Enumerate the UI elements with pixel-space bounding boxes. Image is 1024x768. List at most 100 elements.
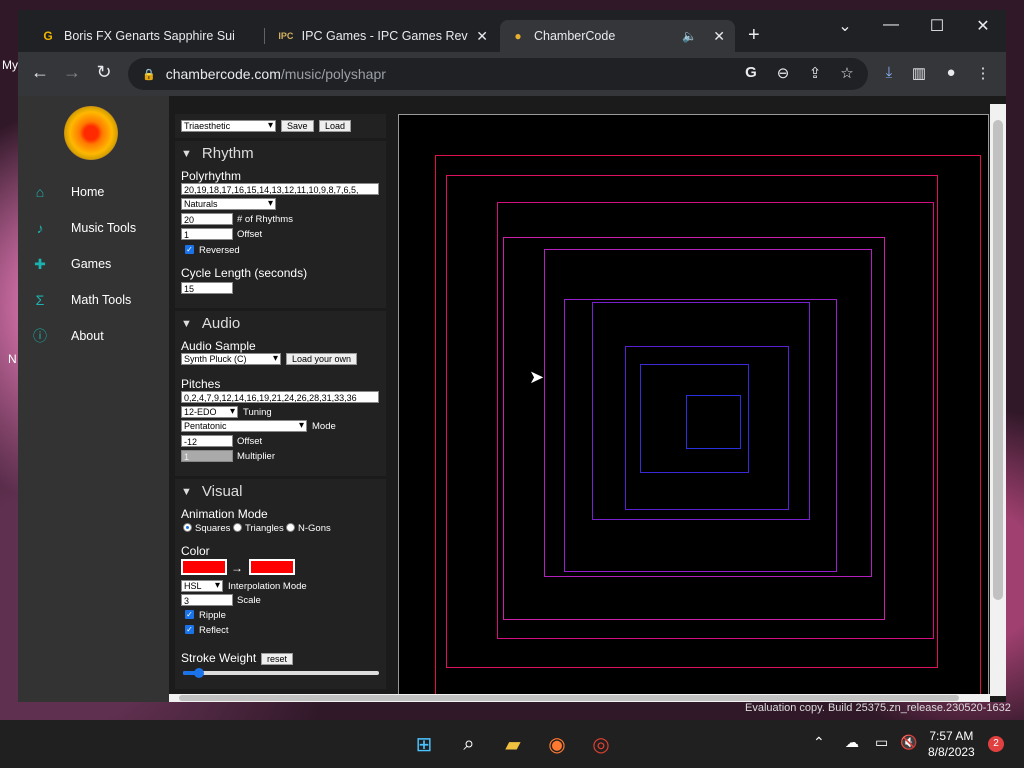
load-button[interactable]: Load — [319, 120, 352, 132]
site-logo[interactable] — [64, 106, 118, 160]
sidebar-item-about[interactable]: ⓘ About — [30, 325, 104, 347]
stroke-weight-label: Stroke Weight — [181, 651, 257, 665]
pitches-input[interactable]: 0,2,4,7,9,12,14,16,19,21,24,26,28,31,33,… — [181, 391, 379, 403]
scroll-thumb[interactable] — [179, 695, 959, 701]
scale-label: Scale — [237, 595, 261, 606]
tab-ipc-games[interactable]: IPC IPC Games - IPC Games Reviews ✕ — [268, 20, 498, 52]
horizontal-scrollbar[interactable] — [169, 694, 990, 702]
rhythm-offset-input[interactable]: 1 — [181, 228, 233, 240]
network-icon[interactable]: ▭ — [875, 734, 888, 751]
mouse-cursor-icon: ➤ — [529, 367, 545, 387]
stroke-weight-slider[interactable] — [183, 671, 379, 675]
close-icon[interactable]: ✕ — [713, 28, 725, 45]
ngons-radio[interactable] — [286, 523, 295, 532]
squares-label: Squares — [195, 523, 231, 534]
reversed-checkbox[interactable]: ✓ — [185, 245, 194, 254]
multiplier-input[interactable]: 1 — [181, 450, 233, 462]
scale-input[interactable]: 3 — [181, 594, 233, 606]
rhythm-header[interactable]: ▼ Rhythm — [175, 141, 386, 166]
pitch-offset-label: Offset — [237, 436, 263, 447]
bookmark-star-icon[interactable]: ☆ — [836, 64, 858, 82]
clock-date: 8/8/2023 — [928, 745, 975, 759]
visual-panel: ▼ Visual Animation Mode Squares Triangles… — [175, 479, 386, 689]
color-to-swatch[interactable] — [249, 559, 295, 575]
clock-time: 7:57 AM — [929, 729, 974, 743]
tab-favicon: ● — [514, 29, 522, 43]
tab-boris-fx[interactable]: G Boris FX Genarts Sapphire Suite / — [30, 20, 260, 52]
audio-header[interactable]: ▼ Audio — [175, 311, 386, 336]
audio-sample-select[interactable]: Synth Pluck (C) — [181, 353, 281, 365]
sidebar-item-games[interactable]: ✚ Games — [30, 253, 111, 275]
chrome-icon[interactable]: ◎ — [587, 730, 615, 758]
reset-button[interactable]: reset — [261, 653, 294, 665]
tab-chambercode[interactable]: ● ChamberCode 🔈 ✕ — [500, 20, 735, 52]
sidebar-item-home[interactable]: ⌂ Home — [30, 181, 105, 203]
info-icon: ⓘ — [33, 328, 47, 344]
save-button[interactable]: Save — [281, 120, 314, 132]
zoom-icon[interactable]: ⊖ — [772, 64, 794, 82]
clock[interactable]: 7:57 AM 8/8/2023 — [928, 728, 975, 760]
close-icon[interactable]: ✕ — [476, 28, 488, 45]
side-panel-icon[interactable]: ▥ — [908, 64, 930, 82]
cycle-length-input[interactable]: 15 — [181, 282, 233, 294]
notification-badge[interactable]: 2 — [988, 736, 1004, 752]
num-rhythms-label: # of Rhythms — [237, 214, 293, 225]
ripple-checkbox[interactable]: ✓ — [185, 610, 194, 619]
gamepad-icon: ✚ — [34, 255, 46, 272]
volume-icon[interactable]: 🔇 — [900, 734, 917, 751]
reflect-checkbox[interactable]: ✓ — [185, 625, 194, 634]
menu-icon[interactable]: ⋮ — [972, 64, 994, 82]
sidebar-item-music-tools[interactable]: ♪ Music Tools — [30, 217, 137, 239]
desktop-text-side: N — [8, 352, 17, 366]
polyrhythm-input[interactable]: 20,19,18,17,16,15,14,13,12,11,10,9,8,7,6… — [181, 183, 379, 195]
mode-select[interactable]: Pentatonic — [181, 420, 307, 432]
color-from-swatch[interactable] — [181, 559, 227, 575]
reload-button[interactable]: ↻ — [92, 62, 116, 83]
search-icon[interactable]: ⌕ — [455, 730, 483, 758]
close-window-button[interactable]: ✕ — [960, 16, 1006, 36]
interpolation-label: Interpolation Mode — [228, 581, 307, 592]
stroke-weight-thumb[interactable] — [193, 668, 204, 678]
num-rhythms-input[interactable]: 20 — [181, 213, 233, 225]
section-title: Rhythm — [201, 145, 254, 162]
vertical-scrollbar[interactable] — [990, 104, 1006, 696]
minimize-button[interactable]: — — [868, 16, 914, 34]
firefox-icon[interactable]: ◉ — [543, 730, 571, 758]
scroll-thumb[interactable] — [993, 120, 1003, 600]
pitches-label: Pitches — [181, 377, 221, 391]
sidebar-item-label: About — [71, 329, 104, 343]
google-icon[interactable]: G — [740, 64, 762, 81]
preset-select[interactable]: Triaesthetic — [181, 120, 276, 132]
audio-panel: ▼ Audio Audio Sample Synth Pluck (C) Load… — [175, 311, 386, 476]
squares-radio[interactable] — [183, 523, 192, 532]
share-icon[interactable]: ⇪ — [804, 64, 826, 82]
download-icon[interactable]: ⤓ — [878, 64, 900, 81]
arrow-icon: → — [231, 561, 243, 575]
tab-title: Boris FX Genarts Sapphire Suite / — [64, 29, 234, 43]
profile-icon[interactable]: ● — [940, 64, 962, 81]
section-title: Audio — [201, 315, 241, 332]
new-tab-button[interactable]: + — [748, 24, 760, 47]
forward-button[interactable]: → — [60, 62, 84, 83]
sidebar-item-math-tools[interactable]: Σ Math Tools — [30, 289, 132, 311]
color-label: Color — [181, 544, 210, 558]
maximize-button[interactable]: ☐ — [914, 16, 960, 36]
windows-start-icon[interactable]: ⊞ — [410, 730, 438, 758]
multiplier-label: Multiplier — [237, 451, 276, 462]
tray-chevron-icon[interactable]: ⌃ — [813, 734, 825, 751]
visual-header[interactable]: ▼ Visual — [175, 479, 386, 504]
speaker-icon[interactable]: 🔈 — [682, 29, 697, 43]
file-explorer-icon[interactable]: ▰ — [499, 730, 527, 758]
section-title: Visual — [201, 483, 243, 500]
tuning-select[interactable]: 12-EDO — [181, 406, 238, 418]
interpolation-select[interactable]: HSL — [181, 580, 223, 592]
pitch-offset-input[interactable]: -12 — [181, 435, 233, 447]
tab-search-icon[interactable]: ⌄ — [822, 16, 868, 36]
load-your-own-button[interactable]: Load your own — [286, 353, 358, 365]
cloud-icon[interactable]: ☁ — [845, 734, 859, 751]
sequence-select[interactable]: Naturals — [181, 198, 276, 210]
visualization-canvas[interactable]: ➤ — [398, 114, 989, 700]
back-button[interactable]: ← — [28, 62, 52, 83]
triangles-radio[interactable] — [233, 523, 242, 532]
audio-sample-label: Audio Sample — [181, 339, 256, 353]
